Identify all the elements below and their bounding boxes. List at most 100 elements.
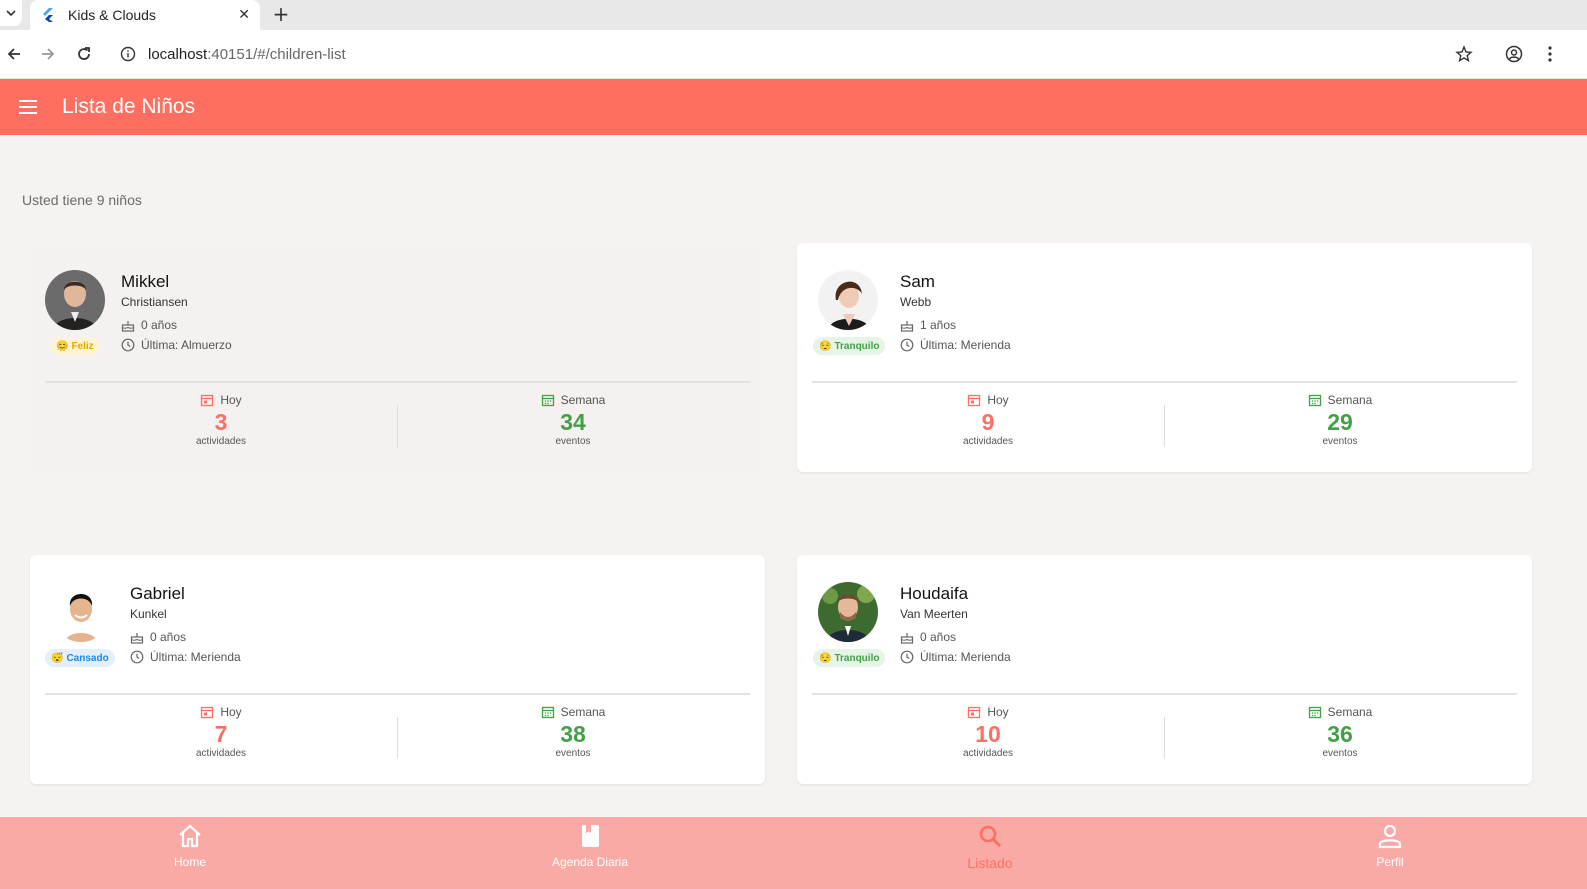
calendar-month-icon — [1308, 706, 1321, 719]
child-card[interactable]: 😴 Cansado Gabriel Kunkel 0 años Última: … — [30, 555, 765, 784]
child-last-activity: Última: Merienda — [920, 650, 1011, 664]
url-path: :40151/#/children-list — [207, 45, 346, 63]
child-last-name: Webb — [900, 295, 932, 309]
week-label: Semana — [560, 705, 606, 719]
nav-home-label: Home — [173, 855, 206, 869]
hamburger-menu-icon — [19, 100, 37, 114]
reload-button[interactable] — [72, 42, 96, 66]
today-label: Hoy — [220, 393, 242, 407]
url-host: localhost — [148, 45, 208, 63]
child-first-name: Gabriel — [130, 584, 185, 603]
nav-perfil[interactable]: Perfil — [1310, 823, 1470, 869]
age-row: 0 años — [900, 630, 956, 644]
child-age: 1 años — [920, 318, 957, 332]
divider — [45, 381, 750, 383]
today-value: 7 — [214, 721, 228, 747]
week-stat: Semana 38 eventos — [473, 705, 673, 759]
tab-search-button[interactable] — [0, 0, 22, 26]
mood-emoji: 😌 — [819, 652, 832, 664]
today-value: 9 — [981, 409, 995, 435]
menu-button[interactable] — [0, 79, 56, 135]
mood-badge: 😌 Tranquilo — [813, 337, 886, 355]
forward-button[interactable] — [36, 42, 60, 66]
today-unit: actividades — [962, 748, 1014, 759]
arrow-left-icon — [7, 48, 20, 60]
clock-icon — [900, 650, 914, 664]
flutter-icon — [43, 8, 53, 22]
week-value: 34 — [560, 409, 586, 435]
today-label: Hoy — [987, 393, 1009, 407]
week-unit: eventos — [1322, 748, 1358, 759]
week-value: 36 — [1327, 721, 1353, 747]
calendar-month-icon — [1308, 394, 1321, 407]
week-value: 38 — [560, 721, 586, 747]
stat-divider — [397, 405, 398, 447]
age-row: 0 años — [121, 318, 177, 332]
tab-close-icon[interactable]: ✕ — [238, 7, 250, 23]
calendar-today-icon — [201, 394, 214, 407]
child-card[interactable]: 😌 Tranquilo Sam Webb 1 años Última: Meri… — [797, 243, 1532, 472]
calendar-today-icon — [968, 394, 981, 407]
search-icon — [979, 825, 1001, 847]
bookmark-button[interactable] — [1452, 42, 1476, 66]
today-stat: Hoy 7 actividades — [121, 705, 321, 759]
book-icon — [582, 825, 599, 847]
divider — [45, 693, 750, 695]
url-text: localhost:40151/#/children-list — [148, 46, 346, 63]
child-age: 0 años — [920, 630, 957, 644]
week-label: Semana — [1327, 705, 1373, 719]
calendar-today-icon — [968, 706, 981, 719]
child-last-activity: Última: Merienda — [150, 650, 241, 664]
avatar — [45, 270, 105, 330]
today-value: 3 — [214, 409, 228, 435]
child-card[interactable]: 😊 Feliz Mikkel Christiansen 0 años Últim… — [30, 243, 765, 472]
week-label: Semana — [560, 393, 606, 407]
chevron-down-icon — [6, 10, 16, 17]
cake-icon — [900, 633, 914, 644]
week-stat: Semana 29 eventos — [1240, 393, 1440, 447]
cake-icon — [130, 633, 144, 644]
address-bar[interactable]: localhost:40151/#/children-list — [108, 36, 1488, 72]
week-unit: eventos — [1322, 436, 1358, 447]
mood-emoji: 😊 — [56, 340, 69, 352]
account-circle-icon — [1505, 45, 1523, 63]
nav-agenda[interactable]: Agenda Diaria — [510, 823, 670, 869]
page-title: Lista de Niños — [62, 95, 196, 118]
today-value: 10 — [975, 721, 1001, 747]
today-unit: actividades — [195, 436, 247, 447]
week-value: 29 — [1327, 409, 1353, 435]
nav-home[interactable]: Home — [110, 823, 270, 869]
nav-listado-label: Listado — [967, 855, 1013, 871]
browser-tabstrip: Kids & Clouds ✕ + — [0, 0, 1587, 34]
tab-title: Kids & Clouds — [68, 7, 156, 23]
calendar-today-icon — [201, 706, 214, 719]
mood-emoji: 😴 — [51, 652, 64, 664]
last-activity-row: Última: Merienda — [900, 650, 1011, 664]
info-icon[interactable] — [120, 46, 136, 62]
stat-divider — [397, 717, 398, 759]
browser-toolbar: localhost:40151/#/children-list — [0, 30, 1587, 79]
child-last-activity: Última: Merienda — [920, 338, 1011, 352]
reload-icon — [78, 47, 90, 60]
child-first-name: Mikkel — [121, 272, 170, 291]
browser-menu-button[interactable] — [1538, 42, 1562, 66]
week-unit: eventos — [555, 436, 591, 447]
today-unit: actividades — [962, 436, 1014, 447]
home-icon — [179, 824, 201, 848]
browser-tab[interactable]: Kids & Clouds ✕ — [30, 0, 260, 30]
avatar — [51, 582, 111, 642]
today-stat: Hoy 10 actividades — [888, 705, 1088, 759]
last-activity-row: Última: Merienda — [900, 338, 1011, 352]
new-tab-button[interactable]: + — [270, 2, 292, 26]
profile-button[interactable] — [1502, 42, 1526, 66]
back-button[interactable] — [2, 42, 26, 66]
child-card[interactable]: 😌 Tranquilo Houdaifa Van Meerten 0 años … — [797, 555, 1532, 784]
mood-badge: 😊 Feliz — [50, 337, 100, 355]
nav-listado[interactable]: Listado — [910, 823, 1070, 871]
app-bar: Lista de Niños — [0, 79, 1587, 135]
person-icon — [1378, 824, 1402, 849]
avatar — [818, 270, 878, 330]
today-label: Hoy — [220, 705, 242, 719]
child-first-name: Sam — [900, 272, 935, 291]
children-count-text: Usted tiene 9 niños — [22, 192, 142, 208]
